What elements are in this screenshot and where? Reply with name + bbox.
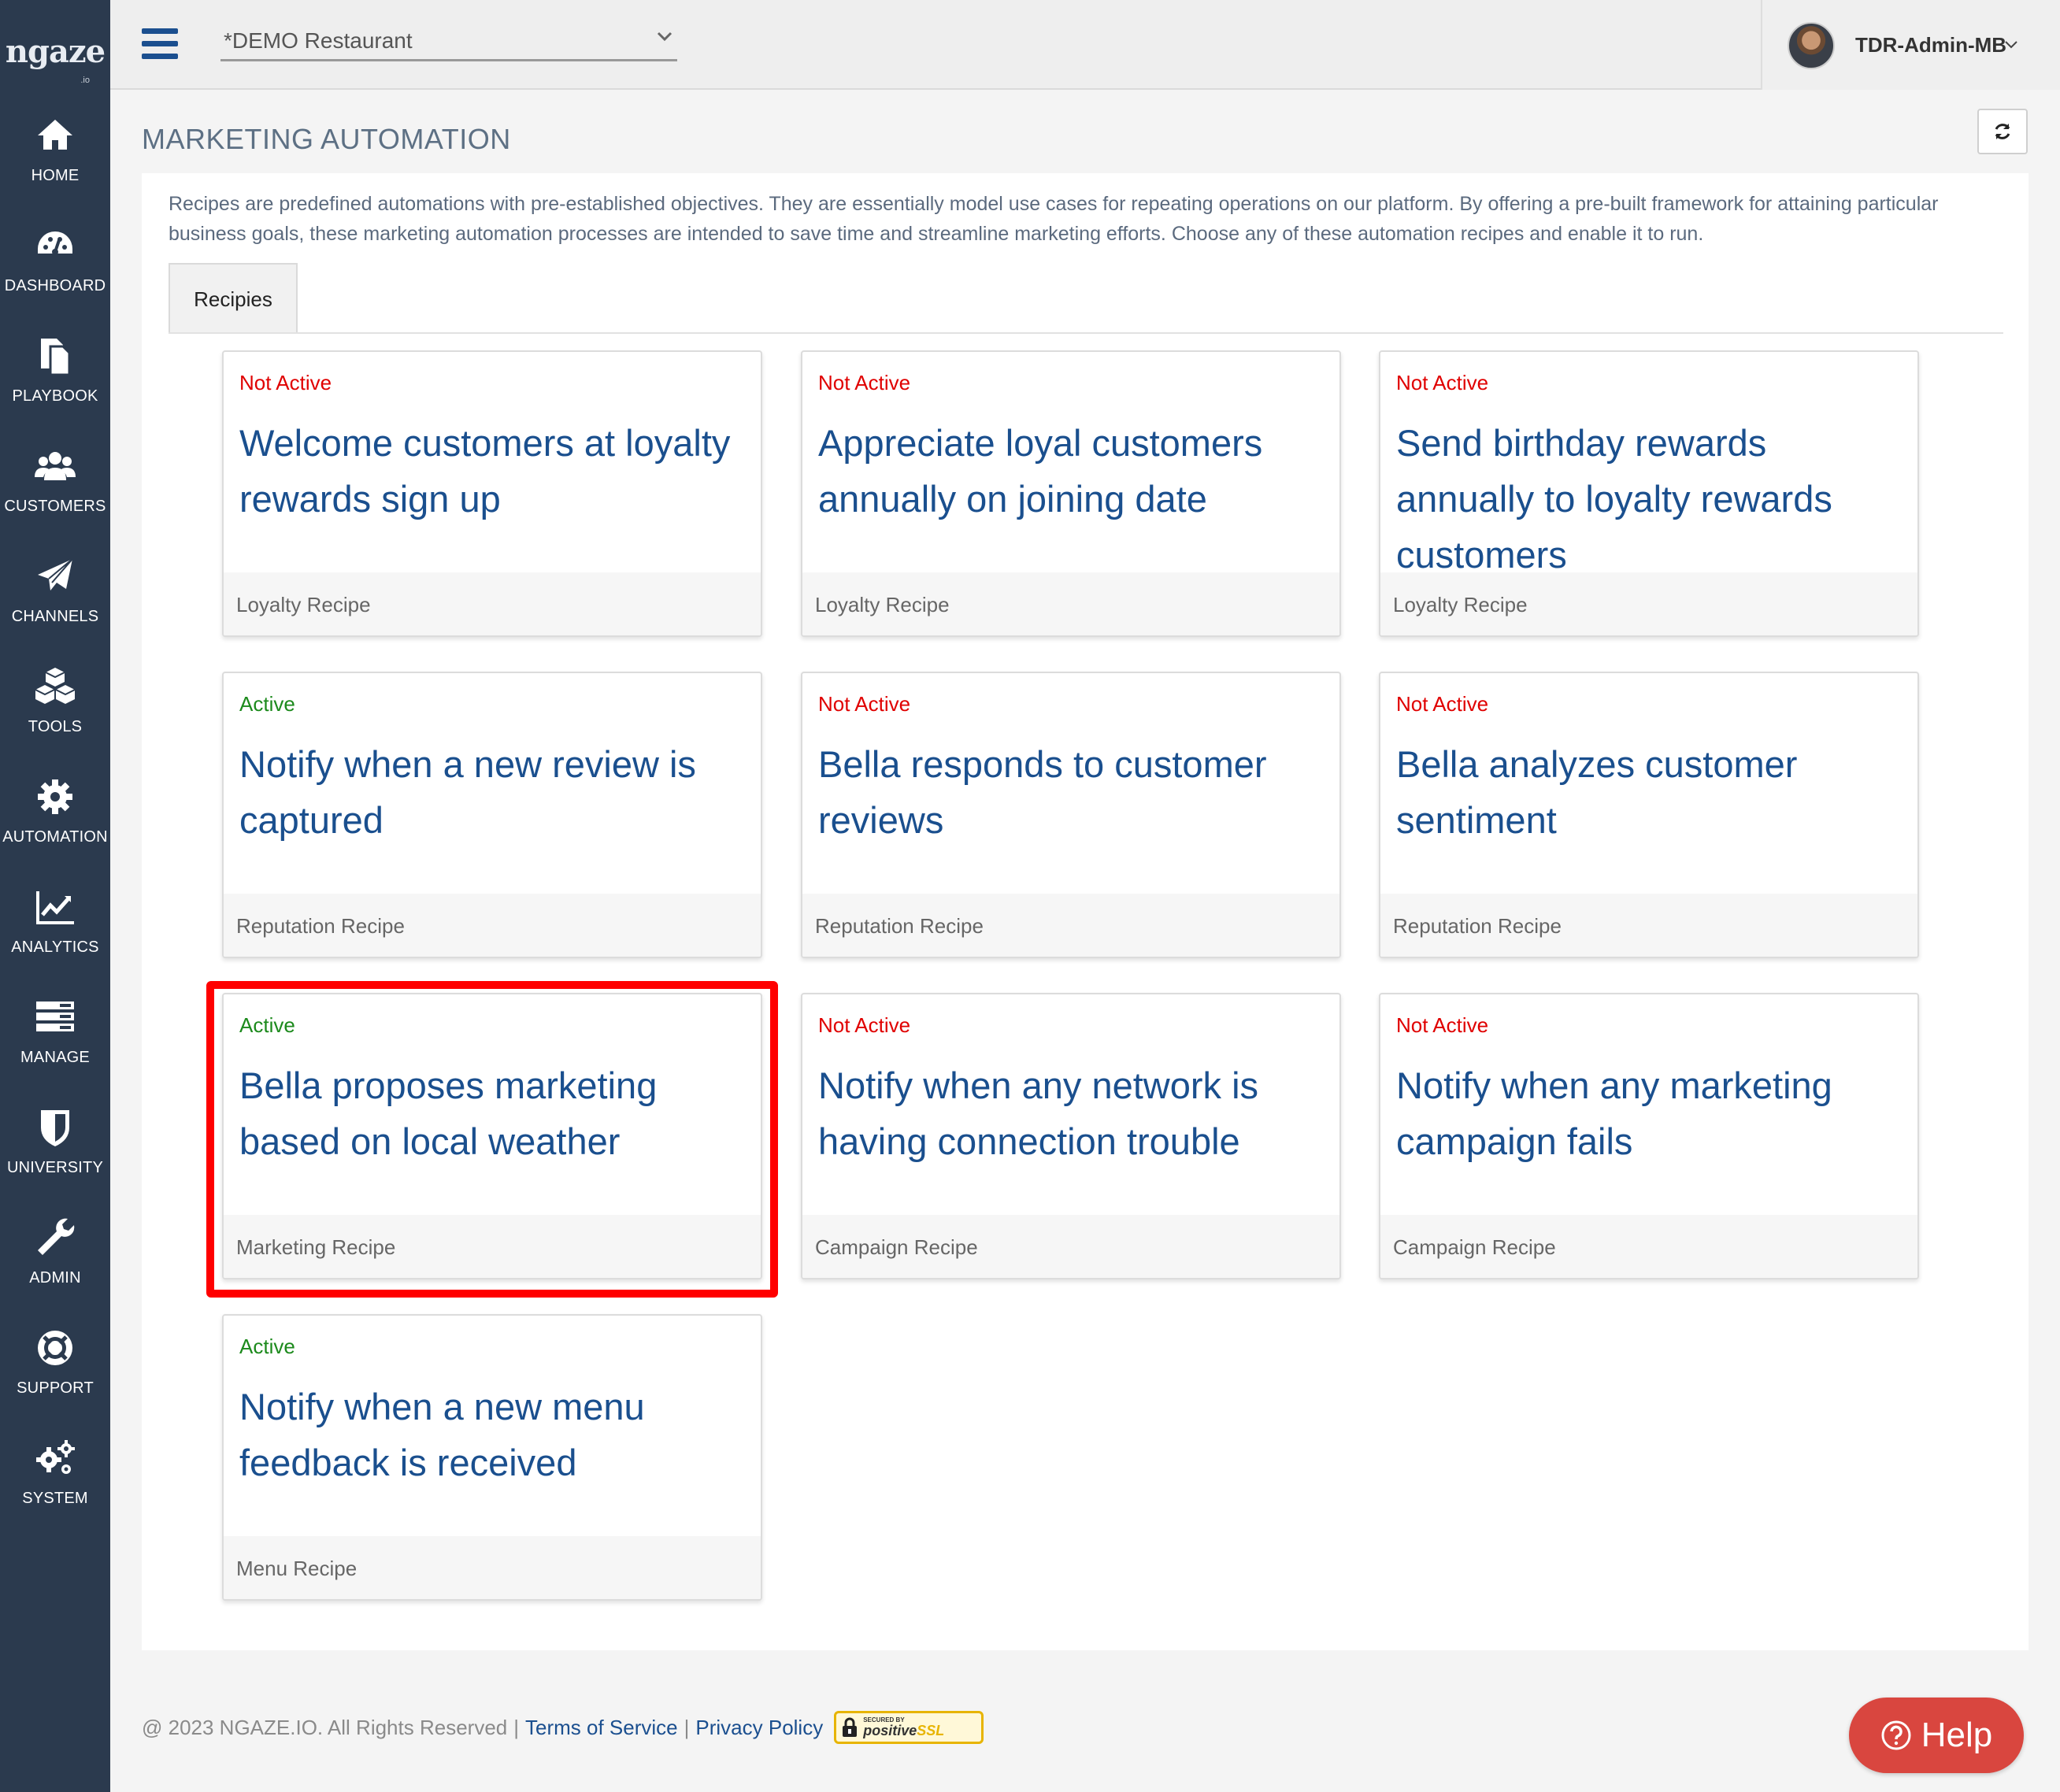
recipe-title[interactable]: Bella proposes marketing based on local … [239, 1057, 743, 1169]
restaurant-select[interactable]: *DEMO Restaurant [220, 22, 677, 61]
nav-dashboard[interactable]: DASHBOARD [0, 213, 110, 315]
recipe-footer: Menu Recipe [224, 1536, 761, 1599]
status-label: Not Active [239, 371, 332, 394]
chevron-down-icon [2005, 41, 2017, 49]
life-ring-icon [38, 1331, 72, 1365]
status-label: Not Active [818, 692, 911, 716]
recipe-card[interactable]: Not Active Notify when any network is ha… [801, 993, 1341, 1279]
recipe-card[interactable]: Not Active Bella analyzes customer senti… [1379, 672, 1919, 958]
nav-channels[interactable]: CHANNELS [0, 543, 110, 646]
tab-recipes[interactable]: Recipies [169, 263, 298, 334]
terms-of-service-link[interactable]: Terms of Service [525, 1716, 678, 1740]
recipe-category: Loyalty Recipe [1393, 593, 1528, 616]
page-footer: @ 2023 NGAZE.IO. All Rights Reserved | T… [142, 1711, 984, 1744]
nav-system[interactable]: SYSTEM [0, 1425, 110, 1527]
nav-manage[interactable]: MANAGE [0, 984, 110, 1087]
recipe-category: Campaign Recipe [1393, 1235, 1556, 1259]
recipe-title[interactable]: Notify when any network is having connec… [818, 1057, 1322, 1169]
cubes-icon [35, 668, 76, 704]
recipe-card[interactable]: Not Active Appreciate loyal customers an… [801, 350, 1341, 637]
server-icon [36, 1002, 74, 1031]
status-label: Active [239, 692, 295, 716]
gears-icon [36, 1440, 75, 1474]
recipe-category: Loyalty Recipe [815, 593, 950, 616]
recipe-title[interactable]: Notify when any marketing campaign fails [1396, 1057, 1900, 1169]
page-description: Recipes are predefined automations with … [169, 193, 1939, 245]
nav-support[interactable]: SUPPORT [0, 1315, 110, 1417]
sidebar: ngaze .io HOME DASHBOARD PLAYBOOK CUSTOM… [0, 0, 110, 1792]
status-label: Not Active [1396, 1013, 1489, 1037]
wrench-icon [38, 1218, 75, 1255]
dashboard-icon [38, 231, 72, 255]
status-label: Not Active [818, 371, 911, 394]
nav-admin[interactable]: ADMIN [0, 1205, 110, 1307]
avatar [1788, 22, 1835, 69]
nav-automation[interactable]: AUTOMATION [0, 764, 110, 866]
question-circle-icon [1881, 1720, 1911, 1750]
recipe-footer: Loyalty Recipe [802, 572, 1339, 635]
nav-tools[interactable]: TOOLS [0, 653, 110, 756]
playbook-icon [41, 339, 71, 376]
lock-icon [843, 1717, 858, 1737]
shield-icon [41, 1110, 69, 1146]
recipe-card[interactable]: Not Active Bella responds to customer re… [801, 672, 1341, 958]
status-label: Active [239, 1013, 295, 1037]
refresh-button[interactable] [1977, 109, 2028, 154]
recipe-card[interactable]: Not Active Send birthday rewards annuall… [1379, 350, 1919, 637]
recipe-card[interactable]: Active Bella proposes marketing based on… [222, 993, 762, 1279]
customers-icon [35, 452, 76, 480]
nav-playbook[interactable]: PLAYBOOK [0, 323, 110, 425]
recipe-title[interactable]: Notify when a new menu feedback is recei… [239, 1379, 743, 1490]
home-icon [38, 120, 72, 150]
status-label: Not Active [818, 1013, 911, 1037]
paper-plane-icon [38, 558, 73, 591]
help-button[interactable]: Help [1849, 1698, 2024, 1773]
ssl-badge[interactable]: SECURED BY positiveSSL [834, 1711, 984, 1744]
recipe-title[interactable]: Appreciate loyal customers annually on j… [818, 415, 1322, 527]
chevron-down-icon [657, 31, 672, 42]
status-label: Not Active [1396, 692, 1489, 716]
status-label: Not Active [1396, 371, 1489, 394]
recipe-category: Marketing Recipe [236, 1235, 396, 1259]
recipe-card[interactable]: Active Notify when a new review is captu… [222, 672, 762, 958]
recipe-category: Reputation Recipe [236, 914, 405, 938]
recipe-category: Reputation Recipe [815, 914, 984, 938]
nav-customers[interactable]: CUSTOMERS [0, 433, 110, 535]
recipe-footer: Marketing Recipe [224, 1215, 761, 1278]
recipe-title[interactable]: Send birthday rewards annually to loyalt… [1396, 415, 1900, 583]
line-chart-icon [36, 891, 74, 924]
recipe-footer: Reputation Recipe [1380, 894, 1917, 957]
recipe-footer: Reputation Recipe [802, 894, 1339, 957]
top-bar: *DEMO Restaurant TDR-Admin-MB [110, 0, 2060, 90]
recipe-footer: Loyalty Recipe [224, 572, 761, 635]
recipe-category: Loyalty Recipe [236, 593, 371, 616]
recipe-card[interactable]: Not Active Welcome customers at loyalty … [222, 350, 762, 637]
refresh-icon [1995, 124, 2010, 139]
recipe-card[interactable]: Not Active Notify when any marketing cam… [1379, 993, 1919, 1279]
hamburger-menu-icon[interactable] [142, 28, 178, 60]
user-menu[interactable]: TDR-Admin-MB [1761, 0, 2060, 90]
recipe-category: Menu Recipe [236, 1557, 358, 1580]
nav-home[interactable]: HOME [0, 102, 110, 205]
nav-university[interactable]: UNIVERSITY [0, 1094, 110, 1197]
recipe-category: Reputation Recipe [1393, 914, 1562, 938]
recipe-title[interactable]: Welcome customers at loyalty rewards sig… [239, 415, 743, 527]
recipe-footer: Reputation Recipe [224, 894, 761, 957]
recipe-title[interactable]: Bella analyzes customer sentiment [1396, 736, 1900, 848]
recipe-title[interactable]: Bella responds to customer reviews [818, 736, 1322, 848]
recipe-footer: Campaign Recipe [802, 1215, 1339, 1278]
status-label: Active [239, 1335, 295, 1358]
privacy-policy-link[interactable]: Privacy Policy [695, 1716, 823, 1740]
nav-analytics[interactable]: ANALYTICS [0, 874, 110, 976]
gear-icon [38, 779, 72, 814]
recipe-title[interactable]: Notify when a new review is captured [239, 736, 743, 848]
recipe-category: Campaign Recipe [815, 1235, 978, 1259]
recipe-footer: Loyalty Recipe [1380, 572, 1917, 635]
recipe-footer: Campaign Recipe [1380, 1215, 1917, 1278]
recipe-card[interactable]: Active Notify when a new menu feedback i… [222, 1314, 762, 1601]
copyright-text: @ 2023 NGAZE.IO. All Rights Reserved [142, 1715, 508, 1739]
page-title: MARKETING AUTOMATION [142, 123, 511, 155]
ngaze-logo[interactable]: ngaze .io [0, 16, 110, 87]
tab-divider [169, 332, 2003, 334]
